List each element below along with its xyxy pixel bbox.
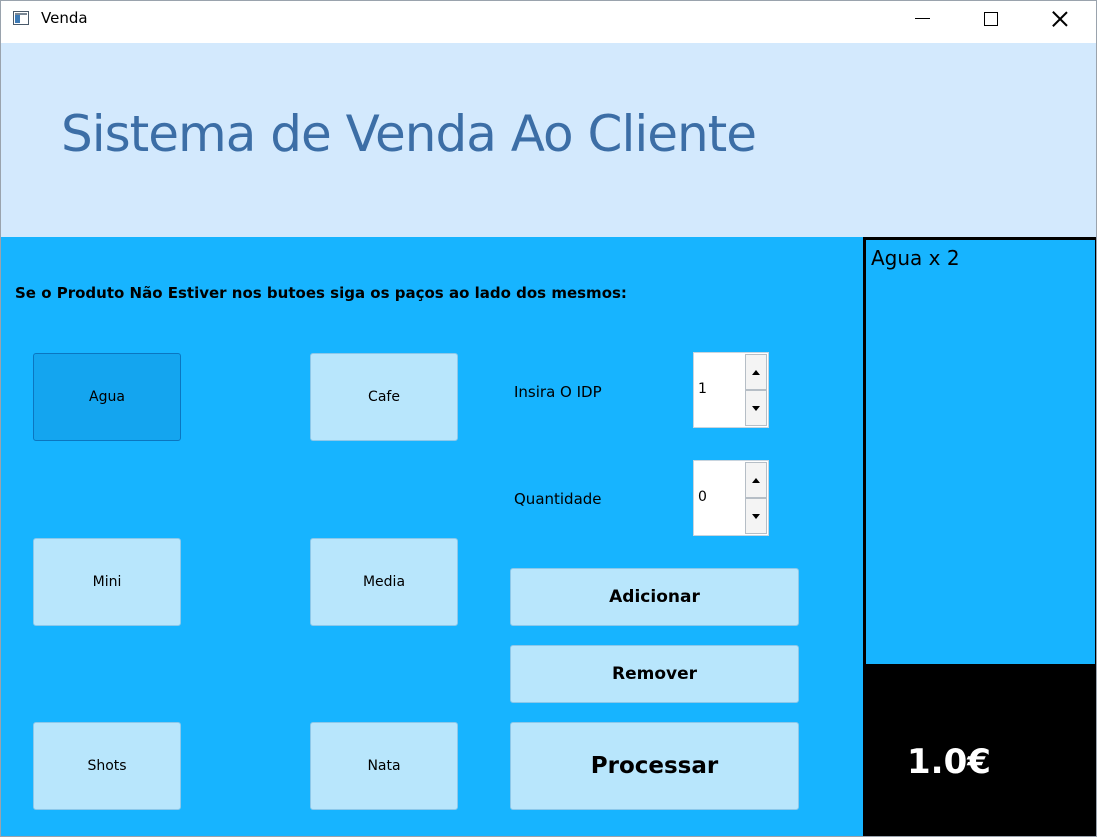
arrow-up-icon — [752, 477, 760, 483]
product-button-agua[interactable]: Agua — [33, 353, 181, 441]
quantity-spinbox[interactable]: 0 — [693, 460, 769, 536]
idp-decrement-button[interactable] — [745, 390, 767, 426]
idp-label: Insira O IDP — [514, 383, 602, 401]
remove-button[interactable]: Remover — [510, 645, 799, 703]
title-bar[interactable]: Venda — [1, 1, 1096, 36]
idp-value[interactable]: 1 — [698, 381, 707, 397]
close-icon — [1052, 11, 1068, 27]
arrow-down-icon — [752, 405, 760, 411]
idp-increment-button[interactable] — [745, 354, 767, 390]
idp-spinbox[interactable]: 1 — [693, 352, 769, 428]
cart-item[interactable]: Agua x 2 — [871, 246, 960, 270]
total-panel: 1.0€ — [863, 666, 1096, 836]
maximize-button[interactable] — [968, 1, 1014, 36]
cart-list[interactable]: Agua x 2 — [863, 237, 1096, 667]
app-icon — [13, 11, 29, 25]
arrow-down-icon — [752, 513, 760, 519]
quantity-increment-button[interactable] — [745, 462, 767, 498]
add-button[interactable]: Adicionar — [510, 568, 799, 626]
app-window: Venda Sistema de Venda Ao Cliente Se o P… — [0, 0, 1097, 837]
product-button-mini[interactable]: Mini — [33, 538, 181, 626]
maximize-icon — [984, 11, 998, 26]
close-button[interactable] — [1037, 1, 1083, 36]
total-amount: 1.0€ — [907, 742, 991, 782]
instruction-text: Se o Produto Não Estiver nos butoes siga… — [15, 284, 627, 302]
idp-spin-buttons — [745, 354, 767, 426]
quantity-value[interactable]: 0 — [698, 489, 707, 505]
product-button-nata[interactable]: Nata — [310, 722, 458, 810]
product-button-shots[interactable]: Shots — [33, 722, 181, 810]
process-button[interactable]: Processar — [510, 722, 799, 810]
window-title: Venda — [41, 9, 88, 27]
product-button-cafe[interactable]: Cafe — [310, 353, 458, 441]
quantity-spin-buttons — [745, 462, 767, 534]
minimize-icon — [914, 17, 930, 20]
minimize-button[interactable] — [899, 1, 945, 36]
page-title: Sistema de Venda Ao Cliente — [61, 105, 757, 163]
arrow-up-icon — [752, 369, 760, 375]
quantity-label: Quantidade — [514, 490, 602, 508]
quantity-decrement-button[interactable] — [745, 498, 767, 534]
product-button-media[interactable]: Media — [310, 538, 458, 626]
